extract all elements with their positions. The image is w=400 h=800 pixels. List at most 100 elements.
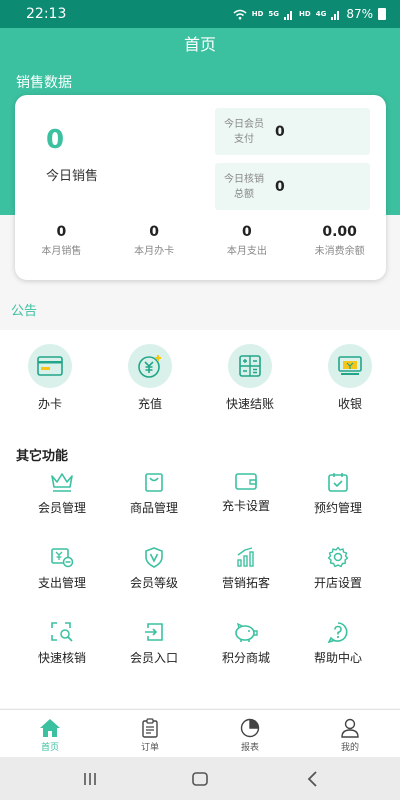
stat-unspent-balance: 0.00 未消费余额 (293, 223, 386, 257)
func-label: 商品管理 (129, 501, 178, 515)
func-member-management[interactable]: 会员管理 (17, 471, 107, 516)
stat-label: 本月支出 (226, 246, 267, 257)
quick-action-quick-checkout[interactable]: 快速结账 (210, 344, 290, 412)
tab-label: 报表 (240, 743, 259, 753)
pie-chart-icon (240, 718, 260, 738)
stat-month-expense: 0 本月支出 (201, 223, 294, 257)
func-label: 积分商城 (221, 651, 270, 665)
tab-label: 订单 (140, 743, 159, 753)
stat-label: 本月办卡 (134, 246, 175, 257)
sales-section-title: 销售数据 (16, 75, 72, 91)
stat-month-sales: 0 本月销售 (15, 223, 108, 257)
func-label: 会员管理 (37, 501, 86, 515)
member-pay-label-line2: 支付 (234, 133, 254, 145)
tab-label: 我的 (340, 743, 359, 753)
help-icon (327, 622, 348, 643)
bar-chart-icon (237, 547, 254, 567)
func-label: 快速核销 (37, 651, 86, 665)
signal-icon (284, 10, 293, 20)
tab-reports[interactable]: 报表 (200, 710, 300, 757)
member-pay-label-line1: 今日会员 (224, 118, 264, 130)
tab-mine[interactable]: 我的 (300, 710, 400, 757)
home-button-icon[interactable] (190, 769, 210, 789)
func-label: 会员入口 (129, 651, 178, 665)
network-label: 4G (315, 10, 327, 18)
sales-card: 0 今日销售 今日会员 支付 0 今日核销 总额 0 0 本月销售 0 本月办卡… (15, 95, 386, 280)
status-bar: 22:13 HD 5G HD 4G 87% (0, 0, 400, 28)
calendar-check-icon (328, 473, 348, 492)
verify-total-label: 今日核销 总额 (215, 172, 273, 202)
system-nav-bar (0, 757, 400, 800)
clipboard-icon (142, 718, 158, 738)
stat-value: 0 (149, 224, 159, 240)
func-points-mall[interactable]: 积分商城 (201, 621, 291, 666)
calculator-icon (228, 344, 272, 388)
stat-value: 0 (242, 224, 252, 240)
func-booking-management[interactable]: 预约管理 (293, 471, 383, 516)
func-help-center[interactable]: 帮助中心 (293, 621, 383, 666)
card-icon (28, 344, 72, 388)
func-marketing[interactable]: 营销拓客 (201, 546, 291, 591)
network-label: HD (251, 10, 264, 18)
shopping-bag-icon (145, 473, 163, 492)
scan-search-icon (51, 622, 73, 642)
monthly-stats-row: 0 本月销售 0 本月办卡 0 本月支出 0.00 未消费余额 (15, 223, 386, 257)
yuan-coin-icon (128, 344, 172, 388)
signal-icon (331, 10, 340, 20)
crown-icon (51, 473, 73, 492)
cash-register-icon (328, 344, 372, 388)
wifi-icon (233, 9, 247, 19)
func-member-entry[interactable]: 会员入口 (109, 621, 199, 666)
verify-total-label-line2: 总额 (234, 188, 254, 200)
tab-label: 首页 (40, 743, 59, 753)
func-product-management[interactable]: 商品管理 (109, 471, 199, 516)
member-pay-box: 今日会员 支付 0 (215, 108, 370, 155)
func-label: 营销拓客 (221, 576, 270, 590)
stat-label: 未消费余额 (314, 246, 365, 257)
func-label: 支出管理 (37, 576, 86, 590)
network-label: 5G (268, 10, 280, 18)
func-label: 帮助中心 (313, 651, 362, 665)
verify-total-label-line1: 今日核销 (224, 173, 264, 185)
recent-apps-icon[interactable] (80, 769, 100, 789)
func-card-settings[interactable]: 充卡设置 (201, 471, 291, 514)
func-expense-management[interactable]: 支出管理 (17, 546, 107, 591)
battery-percent: 87% (346, 7, 373, 21)
other-functions-panel: 其它功能 会员管理 商品管理 充卡设置 预约管理 支出管理 会员等级 营销拓客 … (0, 433, 400, 708)
today-sales-label: 今日销售 (46, 169, 99, 184)
battery-icon (378, 8, 386, 20)
tab-home[interactable]: 首页 (0, 710, 100, 757)
gear-icon (327, 546, 349, 568)
quick-action-label: 收银 (337, 397, 362, 411)
tab-orders[interactable]: 订单 (100, 710, 200, 757)
func-label: 会员等级 (129, 576, 178, 590)
func-label: 开店设置 (313, 576, 362, 590)
quick-action-open-card[interactable]: 办卡 (10, 344, 90, 412)
stat-label: 本月销售 (41, 246, 82, 257)
back-icon[interactable] (303, 769, 323, 789)
page-title: 首页 (183, 35, 216, 54)
quick-action-label: 办卡 (37, 397, 62, 411)
network-label: HD (299, 10, 311, 18)
quick-action-recharge[interactable]: 充值 (110, 344, 190, 412)
func-store-settings[interactable]: 开店设置 (293, 546, 383, 591)
member-pay-value: 0 (275, 123, 285, 140)
quick-action-cashier[interactable]: 收银 (310, 344, 390, 412)
today-sales-value: 0 (46, 125, 65, 155)
quick-action-label: 快速结账 (225, 397, 274, 411)
bottom-tab-bar: 首页 订单 报表 我的 (0, 709, 400, 757)
quick-actions-panel: 办卡 充值 快速结账 收银 (0, 330, 400, 433)
wallet-icon (235, 473, 257, 490)
func-member-level[interactable]: 会员等级 (109, 546, 199, 591)
notice-label[interactable]: 公告 (11, 300, 37, 319)
quick-action-label: 充值 (137, 397, 162, 411)
status-indicators: HD 5G HD 4G 87% (233, 7, 386, 21)
piggy-bank-icon (235, 622, 258, 642)
status-time: 22:13 (26, 6, 67, 22)
other-functions-title: 其它功能 (16, 449, 69, 464)
func-quick-verify[interactable]: 快速核销 (17, 621, 107, 666)
func-label: 充卡设置 (221, 499, 270, 513)
stat-value: 0.00 (322, 224, 357, 240)
stat-value: 0 (56, 224, 67, 240)
func-label: 预约管理 (313, 501, 362, 515)
